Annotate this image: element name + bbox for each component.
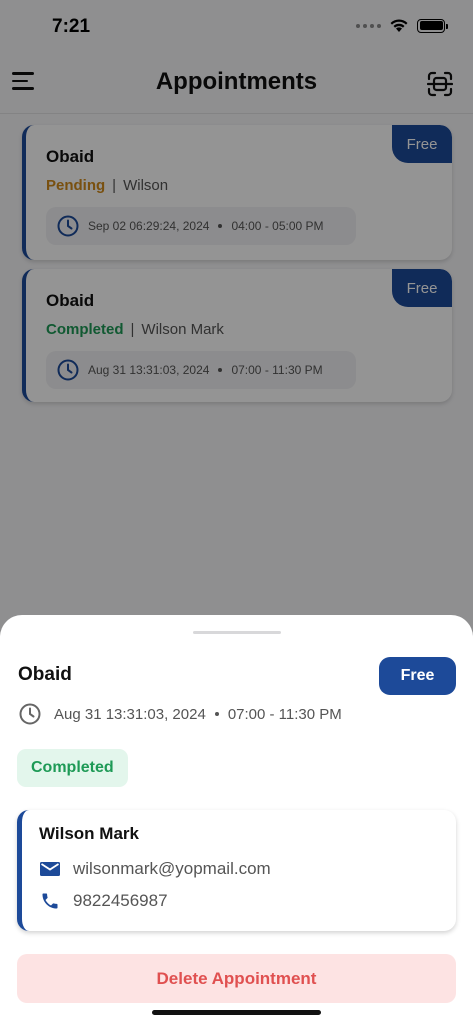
sheet-drag-handle[interactable] [193,631,281,634]
customer-email-row[interactable]: wilsonmark@yopmail.com [39,859,271,879]
free-tag: Free [379,657,456,695]
phone-icon [42,893,58,909]
customer-name: Wilson Mark [39,824,139,843]
customer-card: Wilson Mark wilsonmark@yopmail.com 98224… [17,810,456,931]
email-icon [40,862,60,876]
customer-phone: 9822456987 [73,891,168,910]
home-indicator [152,1010,321,1015]
customer-email: wilsonmark@yopmail.com [73,859,271,878]
appointment-detail-sheet: Obaid Free Aug 31 13:31:03, 2024 07:00 - … [0,615,473,1024]
sheet-date: Aug 31 13:31:03, 2024 [54,705,206,723]
customer-phone-row[interactable]: 9822456987 [39,891,168,911]
sheet-appointment-name: Obaid [18,664,72,685]
sheet-time-range: 07:00 - 11:30 PM [227,705,342,723]
sheet-appointment-time: Aug 31 13:31:03, 2024 07:00 - 11:30 PM [18,702,342,726]
status-badge: Completed [17,749,128,787]
delete-appointment-button[interactable]: Delete Appointment [17,954,456,1003]
clock-icon [19,703,41,725]
